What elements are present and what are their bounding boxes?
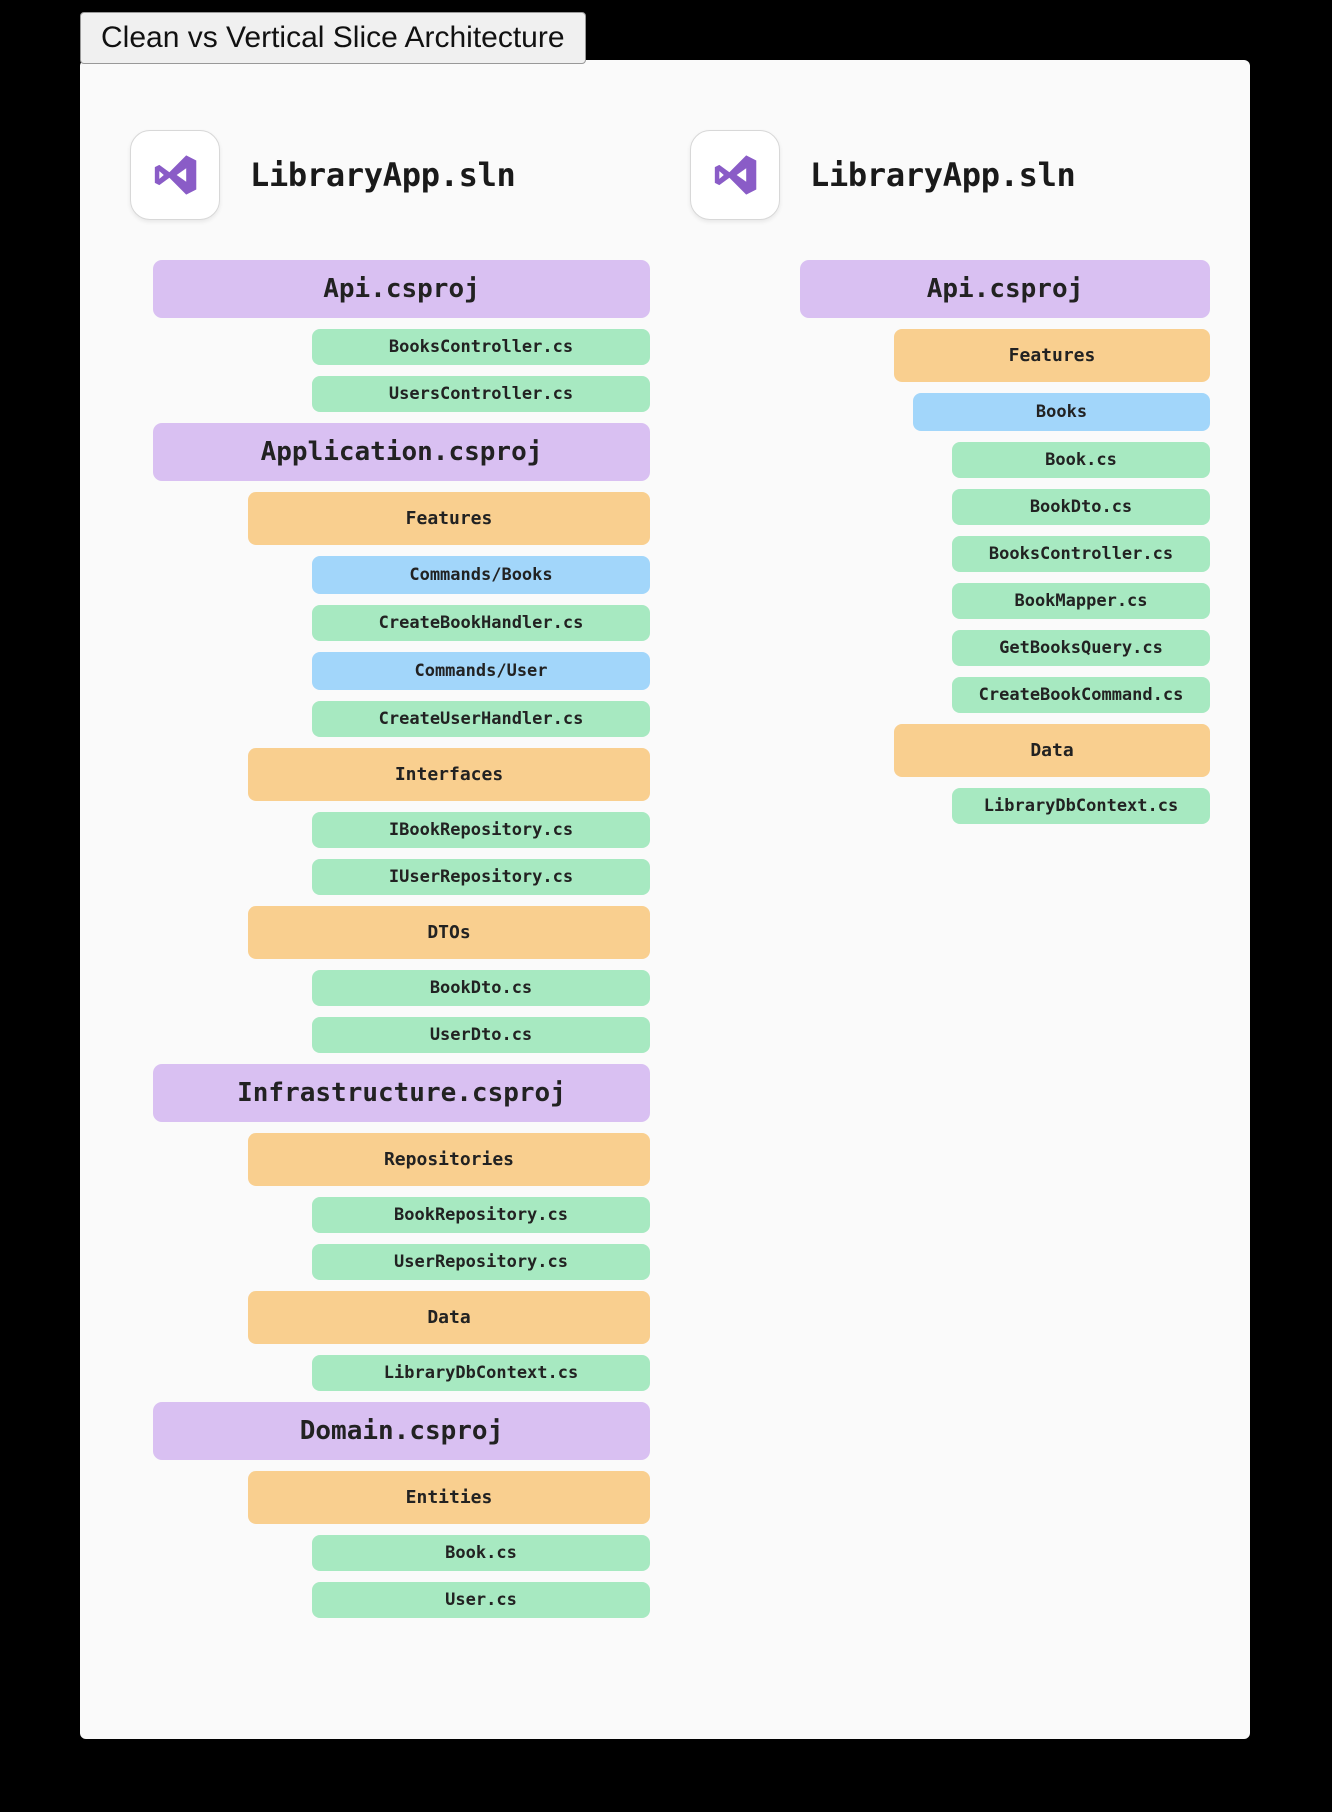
file-node: BooksController.cs [312,329,650,365]
file-node: IUserRepository.cs [312,859,650,895]
file-node: CreateBookHandler.cs [312,605,650,641]
vertical-slice-column: LibraryApp.sln Api.csproj Features Books… [680,130,1210,1629]
folder-node: Data [248,1291,650,1344]
diagram-card: LibraryApp.sln Api.csproj BooksControlle… [80,60,1250,1739]
solution-name: LibraryApp.sln [810,156,1076,194]
file-node: BooksController.cs [952,536,1210,572]
visual-studio-icon [130,130,220,220]
folder-node: Features [894,329,1210,382]
file-node: BookDto.cs [312,970,650,1006]
visual-studio-icon [690,130,780,220]
file-node: BookDto.cs [952,489,1210,525]
folder-node: Repositories [248,1133,650,1186]
file-node: UsersController.cs [312,376,650,412]
file-node: Book.cs [952,442,1210,478]
file-node: UserRepository.cs [312,1244,650,1280]
project-node: Application.csproj [153,423,650,481]
solution-header: LibraryApp.sln [130,130,650,220]
folder-node: Entities [248,1471,650,1524]
file-node: Book.cs [312,1535,650,1571]
file-node: CreateBookCommand.cs [952,677,1210,713]
file-node: BookRepository.cs [312,1197,650,1233]
subfolder-node: Books [913,393,1210,431]
file-node: LibraryDbContext.cs [952,788,1210,824]
file-node: User.cs [312,1582,650,1618]
folder-node: DTOs [248,906,650,959]
solution-header: LibraryApp.sln [690,130,1210,220]
solution-name: LibraryApp.sln [250,156,516,194]
subfolder-node: Commands/User [312,652,650,690]
file-node: UserDto.cs [312,1017,650,1053]
diagram-title: Clean vs Vertical Slice Architecture [80,12,586,64]
project-node: Api.csproj [800,260,1210,318]
file-node: BookMapper.cs [952,583,1210,619]
subfolder-node: Commands/Books [312,556,650,594]
project-node: Domain.csproj [153,1402,650,1460]
clean-architecture-column: LibraryApp.sln Api.csproj BooksControlle… [120,130,650,1629]
file-node: LibraryDbContext.cs [312,1355,650,1391]
folder-node: Data [894,724,1210,777]
project-node: Infrastructure.csproj [153,1064,650,1122]
file-node: IBookRepository.cs [312,812,650,848]
file-node: GetBooksQuery.cs [952,630,1210,666]
file-node: CreateUserHandler.cs [312,701,650,737]
folder-node: Features [248,492,650,545]
folder-node: Interfaces [248,748,650,801]
project-node: Api.csproj [153,260,650,318]
